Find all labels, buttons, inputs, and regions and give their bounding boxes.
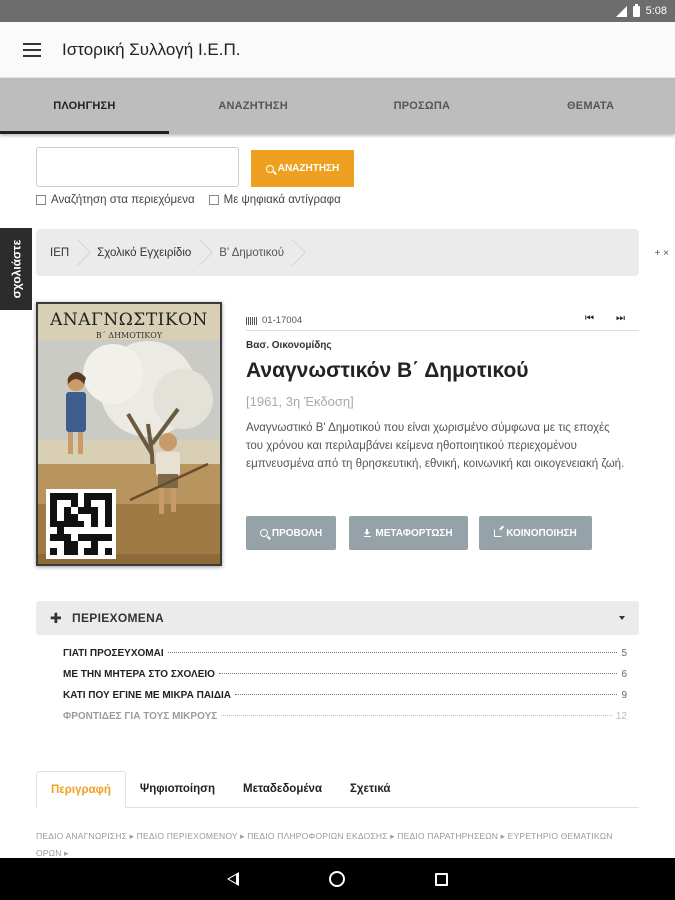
book-title: Αναγνωστικόν Β΄ Δημοτικού	[246, 359, 529, 382]
contents-title: ΠΕΡΙΕΧΟΜΕΝΑ	[72, 611, 165, 625]
book-code-value: 01-17004	[262, 315, 303, 326]
view-button-label: ΠΡΟΒΟΛΗ	[271, 527, 323, 539]
next-record-icon[interactable]: ⏭	[616, 313, 625, 324]
cover-title: ΑΝΑΓΝΩΣΤΙΚΟΝ	[50, 310, 208, 330]
share-button-label: ΚΟΙΝΟΠΟΙΗΣΗ	[506, 527, 577, 539]
digital-copies-label: Με ψηφιακά αντίγραφα	[223, 194, 341, 206]
breadcrumb-extra[interactable]: + ×	[655, 248, 669, 259]
search-contents-label: Αναζήτηση στα περιεχόμενα	[51, 194, 195, 206]
download-button-label: ΜΕΤΑΦΟΡΤΩΣΗ	[375, 527, 453, 539]
back-icon[interactable]	[227, 872, 239, 886]
share-button[interactable]: ΚΟΙΝΟΠΟΙΗΣΗ	[479, 516, 592, 550]
section-links[interactable]: ΠΕΔΙΟ ΑΝΑΓΝΩΡΙΣΗΣ ▸ ΠΕΔΙΟ ΠΕΡΙΕΧΟΜΕΝΟΥ ▸…	[36, 828, 636, 862]
recent-apps-icon[interactable]	[435, 872, 448, 886]
qr-code-icon	[46, 489, 116, 559]
divider	[246, 330, 639, 331]
tab-digitization[interactable]: Ψηφιοποίηση	[126, 771, 229, 807]
feedback-label: σχολιάστε	[9, 239, 24, 299]
digital-copies-option[interactable]: Με ψηφιακά αντίγραφα	[208, 194, 341, 206]
barcode-icon	[246, 316, 258, 325]
download-icon	[364, 529, 372, 537]
previous-record-icon[interactable]: ⏮	[585, 313, 594, 324]
tab-related[interactable]: Σχετικά	[336, 771, 404, 807]
chevron-down-icon	[619, 616, 625, 620]
digital-copies-checkbox[interactable]	[208, 195, 219, 205]
search-contents-checkbox[interactable]	[36, 195, 46, 205]
feedback-tab[interactable]: σχολιάστε	[0, 228, 32, 310]
search-button[interactable]: ΑΝΑΖΗΤΗΣΗ	[251, 150, 354, 187]
tab-metadata[interactable]: Μεταδεδομένα	[229, 771, 336, 807]
book-author[interactable]: Βασ. Οικονομίδης	[246, 340, 332, 351]
battery-icon	[632, 3, 640, 17]
status-time: 5:08	[645, 5, 667, 17]
info-tabs: Περιγραφή Ψηφιοποίηση Μεταδεδομένα Σχετι…	[36, 771, 639, 808]
view-button[interactable]: ΠΡΟΒΟΛΗ	[246, 516, 336, 550]
main-tabs: ΠΛΟΗΓΗΣΗ ΑΝΑΖΗΤΗΣΗ ΠΡΟΣΩΠΑ ΘΕΜΑΤΑ	[0, 78, 675, 134]
book-cover[interactable]: ΑΝΑΓΝΩΣΤΙΚΟΝ Β΄ ΔΗΜΟΤΙΚΟΥ	[36, 302, 222, 566]
list-item[interactable]: ΦΡΟΝΤΙΔΕΣ ΓΙΑ ΤΟΥΣ ΜΙΚΡΟΥΣ 12	[63, 711, 627, 732]
status-bar: 5:08	[0, 0, 675, 22]
tab-browse[interactable]: ΠΛΟΗΓΗΣΗ	[0, 78, 169, 134]
search-input[interactable]	[36, 147, 239, 187]
search-options: Αναζήτηση στα περιεχόμενα Με ψηφιακά αντ…	[36, 194, 341, 206]
book-edition: [1961, 3η Έκδοση]	[246, 394, 354, 409]
tab-topics[interactable]: ΘΕΜΑΤΑ	[506, 78, 675, 134]
cover-subtitle: Β΄ ΔΗΜΟΤΙΚΟΥ	[95, 331, 163, 340]
contents-panel-header[interactable]: ✚ ΠΕΡΙΕΧΟΜΕΝΑ	[36, 601, 639, 635]
navigation-bar	[0, 858, 675, 900]
breadcrumb-iep[interactable]: ΙΕΠ	[36, 229, 83, 276]
search-icon	[265, 164, 274, 173]
signal-icon	[615, 5, 627, 17]
plus-icon: ✚	[50, 609, 63, 626]
app-title: Ιστορική Συλλογή Ι.Ε.Π.	[62, 39, 241, 59]
view-icon	[259, 529, 268, 537]
tab-description[interactable]: Περιγραφή	[36, 771, 126, 808]
tab-persons[interactable]: ΠΡΟΣΩΠΑ	[338, 78, 507, 134]
list-item[interactable]: ΚΑΤΙ ΠΟΥ ΕΓΙΝΕ ΜΕ ΜΙΚΡΑ ΠΑΙΔΙΑ 9	[63, 690, 627, 711]
list-item[interactable]: ΓΙΑΤΙ ΠΡΟΣΕΥΧΟΜΑΙ 5	[63, 648, 627, 669]
menu-icon[interactable]	[23, 42, 41, 57]
search-contents-option[interactable]: Αναζήτηση στα περιεχόμενα	[36, 194, 195, 206]
list-item[interactable]: ΜΕ ΤΗΝ ΜΗΤΕΡΑ ΣΤΟ ΣΧΟΛΕΙΟ 6	[63, 669, 627, 690]
contents-list: ΓΙΑΤΙ ΠΡΟΣΕΥΧΟΜΑΙ 5 ΜΕ ΤΗΝ ΜΗΤΕΡΑ ΣΤΟ ΣΧΟ…	[63, 648, 627, 732]
breadcrumb: ΙΕΠ Σχολικό Εγχειρίδιο Β' Δημοτικού + ×	[36, 229, 669, 276]
book-description: Αναγνωστικό Β' Δημοτικού που είναι χωρισ…	[246, 422, 625, 470]
search-button-label: ΑΝΑΖΗΤΗΣΗ	[277, 163, 340, 174]
tab-search[interactable]: ΑΝΑΖΗΤΗΣΗ	[169, 78, 338, 134]
download-button[interactable]: ΜΕΤΑΦΟΡΤΩΣΗ	[349, 516, 468, 550]
record-navigation: ⏮ ⏭	[585, 313, 625, 324]
breadcrumb-current: Β' Δημοτικού	[205, 229, 298, 276]
breadcrumb-school-textbook[interactable]: Σχολικό Εγχειρίδιο	[83, 229, 205, 276]
share-icon	[494, 529, 503, 537]
home-icon[interactable]	[329, 871, 345, 887]
book-code: 01-17004	[246, 315, 302, 326]
app-bar: Ιστορική Συλλογή Ι.Ε.Π.	[0, 22, 675, 78]
